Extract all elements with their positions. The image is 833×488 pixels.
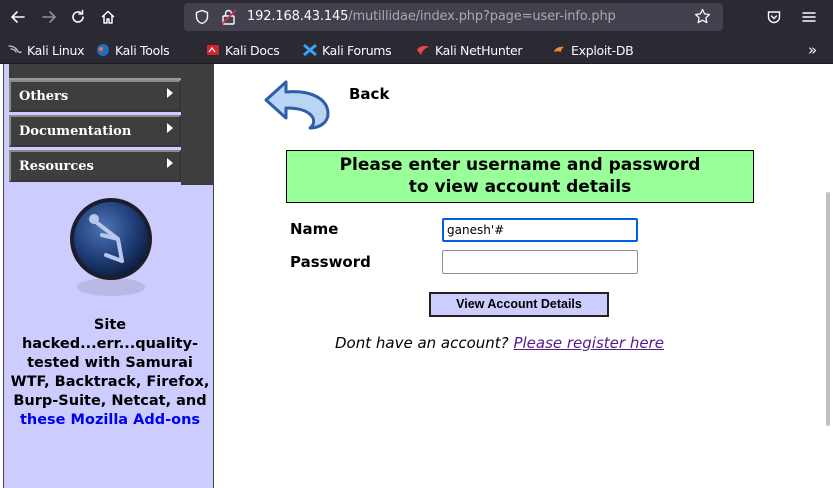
instructions-line-1: Please enter username and password <box>339 155 701 175</box>
home-icon[interactable] <box>96 5 120 29</box>
bookmark-kali-docs[interactable]: Kali Docs <box>206 41 280 59</box>
pocket-icon[interactable] <box>762 5 786 29</box>
bookmark-kali-nethunter[interactable]: Kali NetHunter <box>416 41 523 59</box>
page-scrollbar[interactable] <box>826 192 830 426</box>
insecure-lock-icon[interactable] <box>220 8 238 30</box>
bookmark-exploit-db[interactable]: Exploit-DB <box>552 41 634 59</box>
bookmark-label: Kali Linux <box>27 42 85 58</box>
reload-icon[interactable] <box>66 5 90 29</box>
page-viewport: Others Documentation Resources Site hack… <box>0 64 833 488</box>
bookmark-label: Kali NetHunter <box>435 42 523 58</box>
mozilla-addons-link[interactable]: these Mozilla Add-ons <box>20 412 200 428</box>
menu-tail <box>181 64 213 185</box>
menu-item-resources[interactable]: Resources <box>9 150 181 182</box>
kali-dragon-icon <box>8 43 22 57</box>
bookmark-kali-linux[interactable]: Kali Linux <box>8 41 85 59</box>
sidebar-message: Site hacked...err...quality-tested with … <box>8 316 212 430</box>
register-prompt: Dont have an account? Please register he… <box>335 334 664 352</box>
url-bar[interactable]: 192.168.43.145/mutillidae/index.php?page… <box>184 3 723 31</box>
submenu-arrow-icon <box>167 88 173 98</box>
back-button[interactable] <box>262 78 336 130</box>
url-host: 192.168.43.145 <box>247 9 349 24</box>
password-input[interactable] <box>442 250 638 274</box>
kali-tools-icon <box>96 43 110 57</box>
back-label[interactable]: Back <box>349 85 389 103</box>
name-label: Name <box>290 220 339 238</box>
register-link[interactable]: Please register here <box>513 334 664 352</box>
menu-item-label: Others <box>19 89 69 104</box>
name-input[interactable] <box>442 218 638 242</box>
instructions-line-2: to view account details <box>408 177 632 197</box>
menu-item-label: Documentation <box>19 124 132 139</box>
register-text: Dont have an account? <box>335 334 509 352</box>
url-text[interactable]: 192.168.43.145/mutillidae/index.php?page… <box>247 9 616 24</box>
back-arrow-icon[interactable] <box>6 5 30 29</box>
overflow-chevron-icon: » <box>808 41 817 59</box>
submenu-arrow-icon <box>167 123 173 133</box>
owasp-logo <box>66 197 156 301</box>
bookmark-kali-forums[interactable]: Kali Forums <box>303 41 392 59</box>
sidebar-message-text: Site hacked...err...quality-tested with … <box>10 317 210 409</box>
kali-forums-icon <box>303 43 317 57</box>
bookmark-label: Kali Tools <box>115 42 170 58</box>
instructions-box: Please enter username and password to vi… <box>286 150 754 203</box>
kali-nethunter-icon <box>416 43 430 57</box>
bookmark-star-icon[interactable] <box>694 8 711 29</box>
bookmarks-toolbar: Kali Linux Kali Tools Kali Docs Kali For… <box>0 34 833 64</box>
menu-item-partial[interactable] <box>9 64 181 80</box>
password-label: Password <box>290 253 371 271</box>
bookmark-label: Kali Docs <box>225 42 280 58</box>
sidebar: Others Documentation Resources Site hack… <box>3 64 214 488</box>
shield-icon[interactable] <box>194 9 210 29</box>
menu-item-documentation[interactable]: Documentation <box>9 115 181 147</box>
bookmark-kali-tools[interactable]: Kali Tools <box>96 41 170 59</box>
kali-docs-icon <box>206 43 220 57</box>
view-account-details-button[interactable]: View Account Details <box>429 292 609 317</box>
forward-arrow-icon[interactable] <box>37 5 61 29</box>
url-path: /mutillidae/index.php?page=user-info.php <box>348 9 616 24</box>
menu-item-label: Resources <box>19 159 94 174</box>
bookmark-label: Kali Forums <box>322 42 392 58</box>
bookmark-label: Exploit-DB <box>571 42 634 58</box>
menu-item-others[interactable]: Others <box>9 80 181 112</box>
exploit-db-icon <box>552 43 566 57</box>
hamburger-menu-icon[interactable] <box>797 5 821 29</box>
submenu-arrow-icon <box>167 158 173 168</box>
browser-toolbar: 192.168.43.145/mutillidae/index.php?page… <box>0 0 833 34</box>
bookmarks-overflow-button[interactable]: » <box>808 41 817 59</box>
back-curved-arrow-icon <box>264 80 330 130</box>
